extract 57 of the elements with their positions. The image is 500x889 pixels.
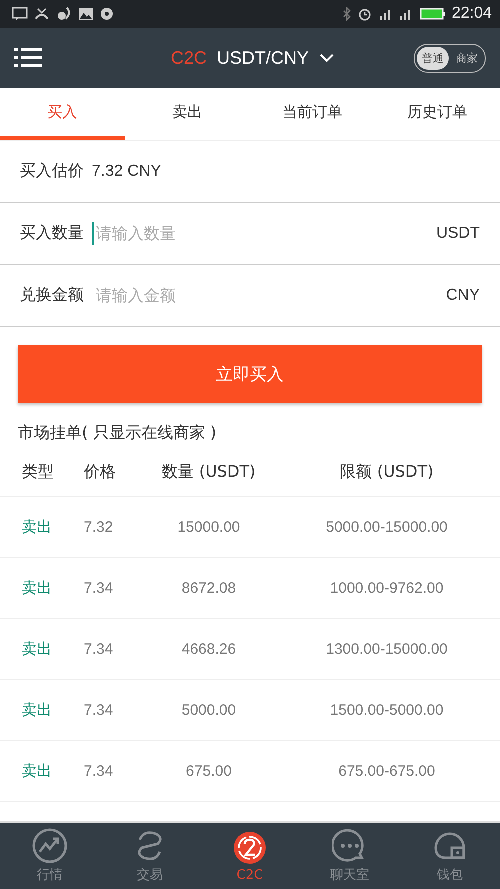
table-cell-text: 1000.00-9762.00 xyxy=(329,580,445,596)
tab[interactable]: 卖出 xyxy=(125,88,250,140)
alarm-icon xyxy=(358,7,372,21)
nav-item[interactable]: 交易 xyxy=(100,823,200,889)
section-title: 市场挂单( 只显示在线商家 ) xyxy=(17,422,218,444)
table-cell-text: 卖出 xyxy=(22,578,53,598)
unit-label: USDT xyxy=(436,224,480,242)
table-cell-text: 7.34 xyxy=(84,702,114,718)
tab[interactable]: 历史订单 xyxy=(375,88,500,140)
table-cell-text: 1300.00-15000.00 xyxy=(325,640,449,658)
column-header: 类型 xyxy=(22,462,55,482)
table-cell-text: 卖出 xyxy=(22,762,53,780)
disc-icon xyxy=(100,7,116,21)
table-cell-text: 7.34 xyxy=(84,762,114,780)
table-cell-text: 8672.08 xyxy=(180,580,238,596)
table-cell-text: 卖出 xyxy=(22,518,53,536)
estimate-value: 7.32 CNY xyxy=(92,162,162,180)
menu-icon xyxy=(14,47,42,69)
table-cell-text: 4668.26 xyxy=(180,640,238,658)
nav-item[interactable]: 行情 xyxy=(0,823,100,889)
tab[interactable]: 买入 xyxy=(0,88,125,140)
message-icon xyxy=(12,7,28,21)
mode-option[interactable]: 普通 xyxy=(417,46,449,70)
tab[interactable]: 当前订单 xyxy=(250,88,375,140)
column-header: 价格 xyxy=(84,462,117,482)
table-cell-text: 675.00-675.00 xyxy=(338,762,436,780)
table-cell-text: 5000.00 xyxy=(180,702,238,718)
c2c-icon xyxy=(232,830,268,866)
estimate-label: 买入估价 xyxy=(20,161,84,182)
column-header: 数量 (USDT) xyxy=(161,462,257,482)
clock-time: 22:04 xyxy=(452,5,492,23)
image-icon xyxy=(78,7,94,21)
menu-button[interactable] xyxy=(14,47,42,69)
table-cell-text: 5000.00-15000.00 xyxy=(325,518,449,536)
nav-item[interactable]: 聊天室 xyxy=(300,823,400,889)
mode-option[interactable]: 商家 xyxy=(451,46,483,70)
table-cell-text: 675.00 xyxy=(185,762,233,780)
field-label: 买入数量 xyxy=(20,223,84,244)
trend-chart-icon xyxy=(32,828,68,864)
table-cell-text: 卖出 xyxy=(22,640,53,658)
chevron-down-icon xyxy=(319,53,336,63)
table-cell-text: 7.34 xyxy=(84,640,114,658)
table-cell-text: 7.34 xyxy=(84,580,114,596)
unit-label: CNY xyxy=(446,286,480,304)
table-cell-text: 1500.00-5000.00 xyxy=(329,702,445,718)
bluetooth-icon xyxy=(342,7,352,21)
table-cell-text: 卖出 xyxy=(22,700,53,720)
battery-icon xyxy=(420,7,446,21)
field-label: 兑换金额 xyxy=(20,285,84,306)
nav-item[interactable]: 钱包 xyxy=(400,823,500,889)
buy-button[interactable]: 立即买入 xyxy=(18,345,482,403)
table-cell-text: 15000.00 xyxy=(176,518,242,536)
missed-call-icon xyxy=(34,7,50,21)
pair-selector[interactable]: C2C USDT/CNY xyxy=(170,48,336,68)
column-header: 限额 (USDT) xyxy=(339,462,435,482)
table-cell-text: 7.32 xyxy=(84,518,114,536)
nav-item[interactable]: C2C xyxy=(200,823,300,889)
